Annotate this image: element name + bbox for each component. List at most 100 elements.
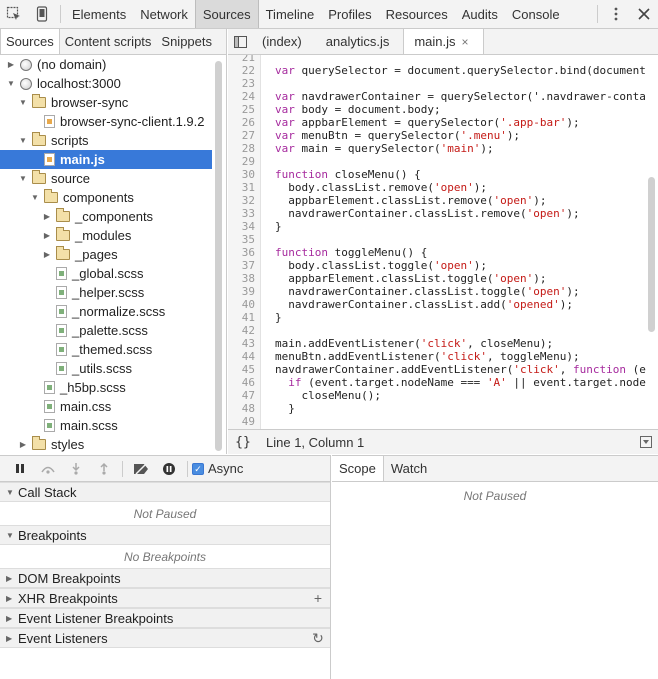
line-number[interactable]: 35 [228, 233, 261, 246]
tab-console[interactable]: Console [505, 0, 567, 28]
code-line: 23 [228, 77, 658, 90]
tree-item[interactable]: main.js [0, 150, 212, 169]
tab-resources[interactable]: Resources [379, 0, 455, 28]
code-area[interactable]: 21 22 var querySelector = document.querySe… [228, 55, 658, 440]
refresh-icon[interactable]: ↻ [306, 630, 330, 647]
tree-item[interactable]: ▶ _modules [0, 226, 212, 245]
line-number[interactable]: 29 [228, 155, 261, 168]
line-number[interactable]: 48 [228, 402, 261, 415]
close-tab-icon[interactable]: × [462, 35, 469, 49]
tree-item[interactable]: _h5bp.scss [0, 378, 212, 397]
scope-tab-scope[interactable]: Scope [332, 456, 384, 481]
line-number[interactable]: 46 [228, 376, 261, 389]
navigator-tab-snippets[interactable]: Snippets [156, 29, 217, 54]
tab-audits[interactable]: Audits [455, 0, 505, 28]
tree-item[interactable]: main.scss [0, 416, 212, 435]
tree-item[interactable]: ▶ _components [0, 207, 212, 226]
line-number[interactable]: 47 [228, 389, 261, 402]
async-checkbox[interactable]: ✓ Async [192, 461, 243, 476]
line-number[interactable]: 37 [228, 259, 261, 272]
navigator-scrollbar[interactable] [215, 61, 222, 451]
tree-item[interactable]: ▼ components [0, 188, 212, 207]
tree-item[interactable]: ▼ source [0, 169, 212, 188]
line-number[interactable]: 42 [228, 324, 261, 337]
line-number[interactable]: 26 [228, 116, 261, 129]
vertical-scrollbar[interactable] [648, 177, 655, 332]
inspect-element-icon[interactable] [0, 0, 28, 28]
section-event-listeners[interactable]: ▶ Event Listeners ↻ [0, 628, 330, 648]
deactivate-breakpoints-icon[interactable] [127, 456, 155, 482]
add-icon[interactable]: + [306, 590, 330, 606]
toggle-debugger-icon[interactable] [640, 436, 652, 448]
navigator-tab-sources[interactable]: Sources [0, 29, 60, 54]
tree-item[interactable]: _helper.scss [0, 283, 212, 302]
line-number[interactable]: 22 [228, 64, 261, 77]
tab-elements[interactable]: Elements [65, 0, 133, 28]
tab-profiles[interactable]: Profiles [321, 0, 378, 28]
navigator-tab-content-scripts[interactable]: Content scripts [60, 29, 157, 54]
line-number[interactable]: 25 [228, 103, 261, 116]
editor-tabs: (index) analytics.js main.js × [228, 29, 658, 55]
line-number[interactable]: 39 [228, 285, 261, 298]
line-number[interactable]: 45 [228, 363, 261, 376]
tree-item-label: _palette.scss [72, 323, 148, 338]
close-icon[interactable] [630, 0, 658, 28]
line-number[interactable]: 34 [228, 220, 261, 233]
toggle-navigator-icon[interactable] [228, 29, 252, 54]
tab-network[interactable]: Network [133, 0, 195, 28]
tree-item[interactable]: ▼ localhost:3000 [0, 74, 212, 93]
line-number[interactable]: 43 [228, 337, 261, 350]
scope-tab-watch[interactable]: Watch [384, 456, 434, 481]
step-into-icon[interactable] [62, 456, 90, 482]
pause-icon[interactable] [6, 456, 34, 482]
line-number[interactable]: 24 [228, 90, 261, 103]
line-number[interactable]: 41 [228, 311, 261, 324]
editor-tab-main-js[interactable]: main.js × [403, 29, 484, 54]
tree-item[interactable]: ▼ scripts [0, 131, 212, 150]
device-mode-icon[interactable] [28, 0, 56, 28]
line-number[interactable]: 23 [228, 77, 261, 90]
section-call-stack[interactable]: ▼ Call Stack [0, 482, 330, 502]
step-over-icon[interactable] [34, 456, 62, 482]
css-file-icon [56, 324, 67, 337]
line-number[interactable]: 38 [228, 272, 261, 285]
tree-item[interactable]: _palette.scss [0, 321, 212, 340]
line-number[interactable]: 27 [228, 129, 261, 142]
tree-item[interactable]: ▼ browser-sync [0, 93, 212, 112]
line-number[interactable]: 33 [228, 207, 261, 220]
section-event-listener-breakpoints[interactable]: ▶ Event Listener Breakpoints [0, 608, 330, 628]
async-label: Async [208, 461, 244, 476]
tab-sources[interactable]: Sources [194, 0, 259, 28]
tree-item[interactable]: ▶ _pages [0, 245, 212, 264]
editor-tab-index[interactable]: (index) [252, 29, 316, 54]
step-out-icon[interactable] [90, 456, 118, 482]
pretty-print-button[interactable]: {} [228, 435, 258, 450]
line-number[interactable]: 32 [228, 194, 261, 207]
pause-on-exceptions-icon[interactable] [155, 456, 183, 482]
section-breakpoints[interactable]: ▼ Breakpoints [0, 525, 330, 545]
section-dom-breakpoints[interactable]: ▶ DOM Breakpoints [0, 568, 330, 588]
line-number[interactable]: 31 [228, 181, 261, 194]
line-number[interactable]: 49 [228, 415, 261, 428]
tree-item[interactable]: browser-sync-client.1.9.2 [0, 112, 212, 131]
more-vert-icon[interactable] [602, 0, 630, 28]
section-xhr-breakpoints[interactable]: ▶ XHR Breakpoints + [0, 588, 330, 608]
tree-item[interactable]: main.css [0, 397, 212, 416]
tree-item[interactable]: _themed.scss [0, 340, 212, 359]
expand-down-icon: ▼ [6, 530, 14, 540]
tree-item[interactable]: ▶ (no domain) [0, 55, 212, 74]
tab-timeline[interactable]: Timeline [259, 0, 322, 28]
line-number[interactable]: 28 [228, 142, 261, 155]
tree-item[interactable]: ▶ styles [0, 435, 212, 454]
expand-right-icon: ▶ [6, 593, 13, 603]
line-number[interactable]: 36 [228, 246, 261, 259]
editor-tab-analytics-js[interactable]: analytics.js [316, 29, 404, 54]
tree-item[interactable]: _utils.scss [0, 359, 212, 378]
line-number[interactable]: 30 [228, 168, 261, 181]
tree-item[interactable]: _global.scss [0, 264, 212, 283]
checkbox-icon[interactable]: ✓ [192, 462, 204, 475]
line-number[interactable]: 21 [228, 55, 261, 64]
line-number[interactable]: 40 [228, 298, 261, 311]
tree-item[interactable]: _normalize.scss [0, 302, 212, 321]
line-number[interactable]: 44 [228, 350, 261, 363]
